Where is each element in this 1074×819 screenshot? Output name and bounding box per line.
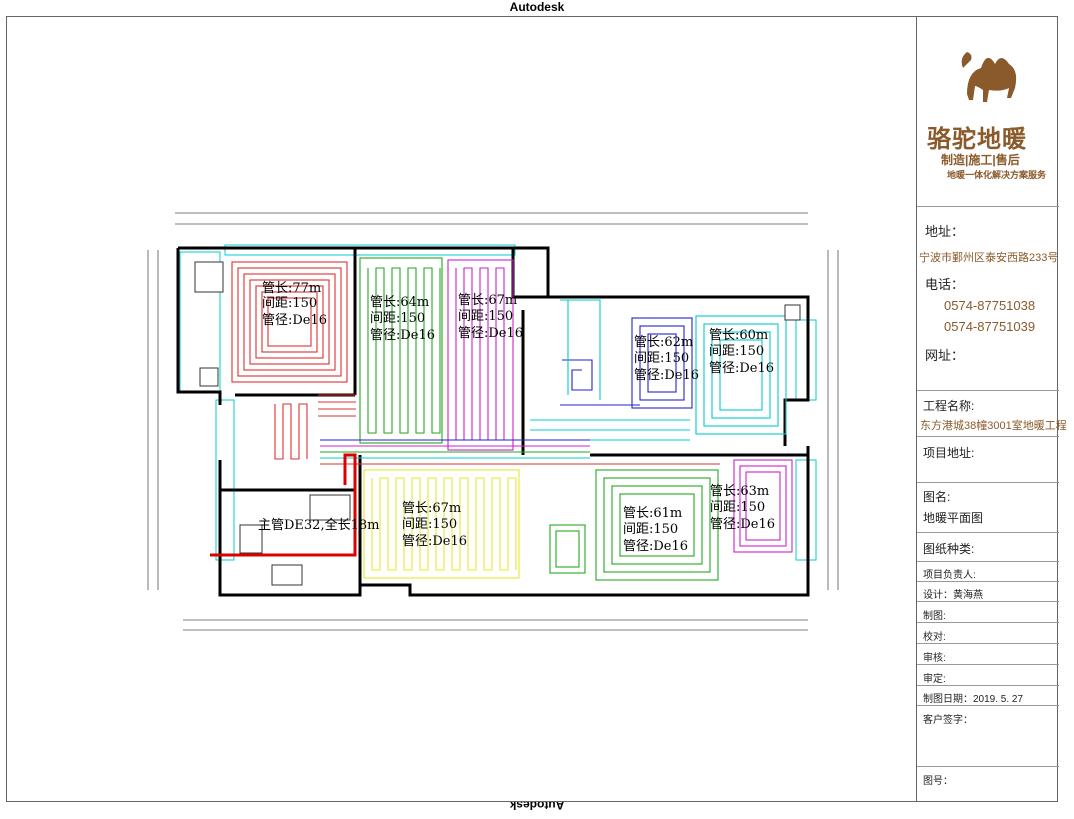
room-label-6: 管长:67m 间距:150 管径:De16 [402,501,467,549]
room-8-spacing: 间距:150 [710,500,765,515]
room-8-diameter: 管径:De16 [710,517,775,532]
room-5-spacing: 间距:150 [709,344,764,359]
room-6-length: 管长:67m [402,501,461,516]
room-label-4: 管长:62m 间距:150 管径:De16 [634,335,699,383]
brand-sub: 制造|施工|售后 [941,153,1020,167]
drawing-number: 图号： [923,776,953,787]
room-5-diameter: 管径:De16 [709,361,774,376]
room-4-diameter: 管径:De16 [634,368,699,383]
brand-name: 骆驼地暖 [927,126,1027,153]
camel-logo-icon [961,52,1017,102]
brand-tagline: 地暖一体化解决方案服务 [947,170,1047,180]
drawing-date: 制图日期：2019. 5. 27 [923,694,1024,705]
phone-2: 0574-87751039 [944,319,1036,334]
room-3-diameter: 管径:De16 [458,326,523,341]
project-manager: 项目负责人: [923,570,976,581]
approver: 审定: [923,674,946,685]
room-3-spacing: 间距:150 [458,309,513,324]
phone-1: 0574-87751038 [944,298,1036,313]
designer: 设计：黄海燕 [923,590,983,601]
phone-label: 电话： [925,277,965,292]
reviewer: 审核: [923,653,946,664]
checker: 校对: [923,632,946,643]
manifold-runs [320,439,720,465]
drafter: 制图: [923,611,946,622]
room-7-spacing: 间距:150 [623,522,678,537]
address-label: 地址： [925,224,965,239]
project-name-label: 工程名称: [923,399,975,413]
room-label-7: 管长:61m 间距:150 管径:De16 [623,506,688,554]
pipe-loop-magenta-1 [447,259,514,451]
room-4-spacing: 间距:150 [634,351,689,366]
room-6-spacing: 间距:150 [402,517,457,532]
room-label-5: 管长:60m 间距:150 管径:De16 [709,328,774,376]
room-2-spacing: 间距:150 [370,311,425,326]
title-block: 骆驼地暖 制造|施工|售后 地暖一体化解决方案服务 地址： 宁波市鄞州区泰安西路… [916,16,1067,802]
room-7-diameter: 管径:De16 [623,539,688,554]
room-1-diameter: 管径:De16 [262,313,327,328]
drawing-name: 地暖平面图 [923,511,984,525]
project-name: 东方港城38幢3001室地暖工程 [920,420,1067,432]
pipe-loop-green-1 [359,257,443,444]
room-7-length: 管长:61m [623,506,682,521]
project-address-label: 项目地址: [923,446,975,460]
room-label-8: 管长:63m 间距:150 管径:De16 [710,484,775,532]
main-pipe-label: 主管DE32,全长18m [258,517,379,533]
room-label-2: 管长:64m 间距:150 管径:De16 [370,295,435,343]
room-4-length: 管长:62m [634,335,693,350]
floor-plan-drawing: 管长:77m 间距:150 管径:De16 管长:64m 间距:150 管径:D… [147,212,839,631]
room-5-length: 管长:60m [709,328,768,343]
address-text: 宁波市鄞州区泰安西路233号 [919,252,1059,264]
web-label: 网址： [925,348,965,363]
room-1-spacing: 间距:150 [262,296,317,311]
client-signature: 客户签字： [923,715,973,726]
room-2-diameter: 管径:De16 [370,328,435,343]
dimension-lines [147,212,839,631]
room-8-length: 管长:63m [710,484,769,499]
drawing-name-label: 图名: [923,490,951,504]
drawing-type-label: 图纸种类: [923,542,975,556]
room-1-length: 管长:77m [262,281,321,296]
room-6-diameter: 管径:De16 [402,534,467,549]
room-2-length: 管长:64m [370,295,429,310]
room-3-length: 管长:67m [458,293,517,308]
